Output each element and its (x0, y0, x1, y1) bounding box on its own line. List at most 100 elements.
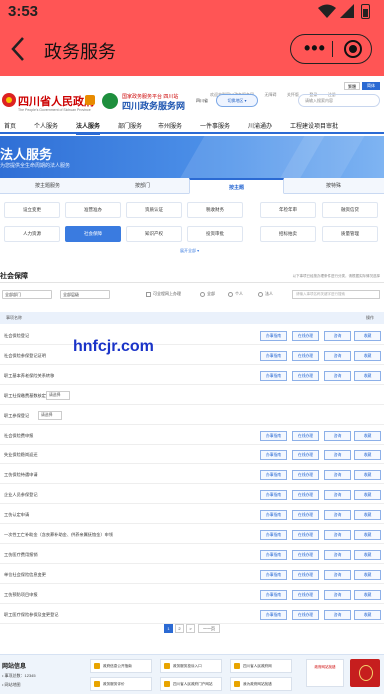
apply-online-button[interactable]: 在线办理 (292, 510, 319, 521)
apply-online-button[interactable]: 在线办理 (292, 589, 319, 600)
guide-button[interactable]: 办事指南 (260, 490, 287, 501)
apply-online-button[interactable]: 在线办理 (292, 569, 319, 580)
row-item-name[interactable]: 工伤预防项目申报 (4, 592, 38, 598)
footer-sitemap-link[interactable]: • 网站地图 (2, 682, 21, 688)
consult-button[interactable]: 咨询 (324, 370, 351, 381)
menu-item-chuanyu[interactable]: 川渝通办 (248, 121, 272, 130)
favorite-button[interactable]: 收藏 (354, 370, 381, 381)
table-row[interactable]: 一次性工亡补助金（含丧葬补助金、供养亲属抚恤金）申领 办事指南 在线办理 咨询 收藏 (0, 526, 384, 544)
apply-online-button[interactable]: 在线办理 (292, 430, 319, 441)
menu-item-legal[interactable]: 法人服务 (76, 121, 101, 135)
row-level-select[interactable]: 请选择 (38, 410, 62, 420)
apply-online-button[interactable]: 在线办理 (292, 450, 319, 461)
row-item-name[interactable]: 职工社保缴费基数核定 (4, 393, 46, 399)
row-item-name[interactable]: 工伤保险待遇申请 (4, 472, 38, 478)
site-search-input[interactable]: 请输入搜索内容 (298, 94, 380, 107)
table-row[interactable]: 企业人员参保登记 办事指南 在线办理 咨询 收藏 (0, 486, 384, 505)
error-report-badge[interactable]: 政府网站找错 (306, 659, 344, 687)
lang-traditional[interactable]: 繁體 (344, 82, 360, 90)
close-record-icon[interactable] (344, 40, 362, 58)
apply-online-button[interactable]: 在线办理 (292, 350, 319, 361)
footer-link-card[interactable]: 四川省人民政府网 (230, 659, 292, 673)
favorite-button[interactable]: 收藏 (354, 350, 381, 361)
radio-personal[interactable] (228, 292, 233, 297)
favorite-button[interactable]: 收藏 (354, 470, 381, 481)
category-item[interactable]: 年检年审 (260, 202, 316, 218)
favorite-button[interactable]: 收藏 (354, 490, 381, 501)
table-row[interactable]: 工伤预防项目申报 办事指南 在线办理 咨询 收藏 (0, 586, 384, 604)
menu-item-personal[interactable]: 个人服务 (34, 121, 58, 130)
favorite-button[interactable]: 收藏 (354, 609, 381, 620)
table-row[interactable]: 社会保险登记 办事指南 在线办理 咨询 收藏 (0, 327, 384, 345)
expand-all-link[interactable]: 展开全部 ▾ (180, 248, 199, 254)
category-item[interactable]: 人力资源 (4, 226, 60, 242)
favorite-button[interactable]: 收藏 (354, 450, 381, 461)
table-row[interactable]: 职工医疗保险参保及变更登记 办事指南 在线办理 咨询 收藏 (0, 606, 384, 624)
table-row[interactable]: 单位社会保险信息变更 办事指南 在线办理 咨询 收藏 (0, 566, 384, 584)
guide-button[interactable]: 办事指南 (260, 530, 287, 540)
consult-button[interactable]: 咨询 (324, 470, 351, 481)
category-item[interactable]: 质量管理 (322, 226, 378, 242)
favorite-button[interactable]: 收藏 (354, 331, 381, 341)
row-item-name[interactable]: 工伤医疗费用报销 (4, 552, 38, 558)
consult-button[interactable]: 咨询 (324, 549, 351, 560)
top-link[interactable]: 无障碍 (264, 92, 276, 97)
more-options-button[interactable]: ••• (304, 39, 326, 57)
menu-item-home[interactable]: 首页 (4, 121, 16, 130)
table-row[interactable]: 职工社保缴费基数核定 请选择 (0, 387, 384, 405)
guide-button[interactable]: 办事指南 (260, 331, 287, 341)
row-item-name[interactable]: 失业保险稳岗返还 (4, 452, 38, 458)
top-link[interactable]: 关怀版 (287, 92, 299, 97)
consult-button[interactable]: 咨询 (324, 589, 351, 600)
table-row[interactable]: 社会保险费申报 办事指南 在线办理 咨询 收藏 (0, 427, 384, 445)
tab-department[interactable]: 按部门 (95, 178, 190, 194)
table-row[interactable]: 职工基本养老保险关系转移 办事指南 在线办理 咨询 收藏 (0, 367, 384, 385)
favorite-button[interactable]: 收藏 (354, 510, 381, 521)
row-item-name[interactable]: 职工基本养老保险关系转移 (4, 373, 54, 379)
consult-button[interactable]: 咨询 (324, 350, 351, 361)
favorite-button[interactable]: 收藏 (354, 549, 381, 560)
favorite-button[interactable]: 收藏 (354, 430, 381, 441)
consult-button[interactable]: 咨询 (324, 490, 351, 501)
tab-theme[interactable]: 按主题 (189, 178, 284, 194)
portal-name[interactable]: 四川政务服务网 (122, 99, 185, 112)
category-item[interactable]: 融资信贷 (322, 202, 378, 218)
consult-button[interactable]: 咨询 (324, 510, 351, 521)
category-item[interactable]: 资质认证 (126, 202, 182, 218)
back-arrow-icon[interactable] (8, 34, 36, 66)
guide-button[interactable]: 办事指南 (260, 430, 287, 441)
apply-online-button[interactable]: 在线办理 (292, 490, 319, 501)
apply-online-button[interactable]: 在线办理 (292, 609, 319, 620)
favorite-button[interactable]: 收藏 (354, 569, 381, 580)
category-item[interactable]: 设立变更 (4, 202, 60, 218)
tab-special[interactable]: 按特殊 (286, 178, 381, 194)
radio-legal[interactable] (258, 292, 263, 297)
consult-button[interactable]: 咨询 (324, 450, 351, 461)
table-row[interactable]: 工伤保险待遇申请 办事指南 在线办理 咨询 收藏 (0, 466, 384, 485)
row-item-name[interactable]: 企业人员参保登记 (4, 492, 38, 498)
category-item[interactable]: 投资审批 (187, 226, 243, 242)
radio-all[interactable] (200, 292, 205, 297)
category-item[interactable]: 税收财务 (187, 202, 243, 218)
category-item-active[interactable]: 社会保障 (65, 226, 121, 242)
guide-button[interactable]: 办事指南 (260, 450, 287, 461)
next-page-button[interactable]: > (186, 624, 195, 633)
table-row[interactable]: 工伤认定申请 办事指南 在线办理 咨询 收藏 (0, 506, 384, 525)
lang-simplified[interactable]: 简体 (362, 82, 380, 90)
row-item-name[interactable]: 社会保险费申报 (4, 433, 33, 439)
consult-button[interactable]: 咨询 (324, 569, 351, 580)
apply-online-button[interactable]: 在线办理 (292, 331, 319, 341)
level-select[interactable]: 全部层级 (60, 290, 110, 299)
category-item[interactable]: 知识产权 (126, 226, 182, 242)
row-item-name[interactable]: 社会保险参保登记证明 (4, 353, 46, 359)
guide-button[interactable]: 办事指南 (260, 549, 287, 560)
consult-button[interactable]: 咨询 (324, 530, 351, 540)
apply-online-button[interactable]: 在线办理 (292, 470, 319, 481)
table-row[interactable]: 社会保险参保登记证明 办事指南 在线办理 咨询 收藏 (0, 347, 384, 365)
favorite-button[interactable]: 收藏 (354, 589, 381, 600)
row-level-select[interactable]: 请选择 (46, 390, 70, 400)
row-item-name[interactable]: 一次性工亡补助金（含丧葬补助金、供养亲属抚恤金）申领 (4, 532, 113, 538)
favorite-button[interactable]: 收藏 (354, 530, 381, 540)
footer-link-card[interactable]: 政务服务投诉入口 (160, 659, 222, 673)
guide-button[interactable]: 办事指南 (260, 470, 287, 481)
